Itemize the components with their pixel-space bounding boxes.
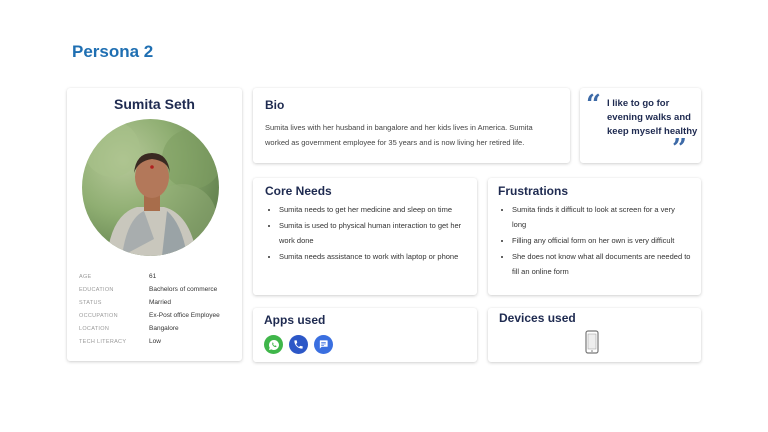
- frustrations-list: Sumita finds it difficult to look at scr…: [498, 202, 691, 279]
- messages-icon: [314, 335, 333, 354]
- frustrations-heading: Frustrations: [498, 184, 569, 198]
- page-title: Persona 2: [72, 42, 154, 61]
- quote-close-icon: ”: [672, 134, 687, 164]
- detail-label: TECH LITERACY: [79, 338, 127, 345]
- persona-details: AGE 61 EDUCATION Bachelors of commerce STA…: [79, 270, 239, 348]
- whatsapp-icon: [264, 335, 283, 354]
- bio-card: Bio Sumita lives with her husband in ban…: [253, 88, 570, 163]
- detail-row: STATUS Married: [79, 296, 239, 309]
- detail-label: AGE: [79, 273, 92, 280]
- detail-value: Bachelors of commerce: [149, 286, 218, 293]
- detail-label: OCCUPATION: [79, 312, 118, 319]
- devices-heading: Devices used: [499, 311, 576, 325]
- core-needs-list: Sumita needs to get her medicine and sle…: [265, 202, 465, 264]
- detail-value: 61: [149, 273, 157, 280]
- detail-value: Bangalore: [149, 325, 179, 332]
- detail-row: TECH LITERACY Low: [79, 335, 239, 348]
- list-item: Sumita is used to physical human interac…: [279, 218, 465, 248]
- detail-row: AGE 61: [79, 270, 239, 283]
- devices-used-card: Devices used: [488, 308, 701, 362]
- app-icons: [264, 335, 466, 354]
- detail-value: Married: [149, 299, 172, 306]
- list-item: She does not know what all documents are…: [512, 249, 691, 279]
- quote-text: I like to go for evening walks and keep …: [607, 98, 698, 137]
- bio-heading: Bio: [265, 98, 285, 112]
- list-item: Sumita finds it difficult to look at scr…: [512, 202, 691, 232]
- persona-name: Sumita Seth: [114, 96, 195, 112]
- detail-label: STATUS: [79, 299, 102, 306]
- core-needs-card: Core Needs Sumita needs to get her medic…: [253, 178, 477, 295]
- detail-label: EDUCATION: [79, 286, 114, 293]
- profile-card: Sumita Seth AGE 61 EDUCATION Bachelors of …: [67, 88, 242, 361]
- apps-used-card: Apps used: [253, 308, 477, 362]
- detail-row: LOCATION Bangalore: [79, 322, 239, 335]
- detail-value: Ex-Post office Employee: [149, 312, 220, 319]
- smartphone-icon: [585, 330, 599, 359]
- list-item: Sumita needs to get her medicine and sle…: [279, 202, 465, 217]
- frustrations-card: Frustrations Sumita finds it difficult t…: [488, 178, 701, 295]
- persona-photo: [84, 121, 219, 256]
- list-item: Filling any official form on her own is …: [512, 233, 691, 248]
- detail-label: LOCATION: [79, 325, 110, 332]
- avatar: [82, 119, 219, 256]
- detail-row: EDUCATION Bachelors of commerce: [79, 283, 239, 296]
- apps-heading: Apps used: [264, 313, 326, 327]
- list-item: Sumita needs assistance to work with lap…: [279, 249, 465, 264]
- core-needs-heading: Core Needs: [265, 184, 332, 198]
- bio-text: Sumita lives with her husband in bangalo…: [265, 123, 533, 147]
- phone-call-icon: [289, 335, 308, 354]
- quote-open-icon: “: [586, 90, 601, 120]
- quote-card: “ I like to go for evening walks and kee…: [580, 88, 701, 163]
- detail-row: OCCUPATION Ex-Post office Employee: [79, 309, 239, 322]
- detail-value: Low: [149, 338, 161, 345]
